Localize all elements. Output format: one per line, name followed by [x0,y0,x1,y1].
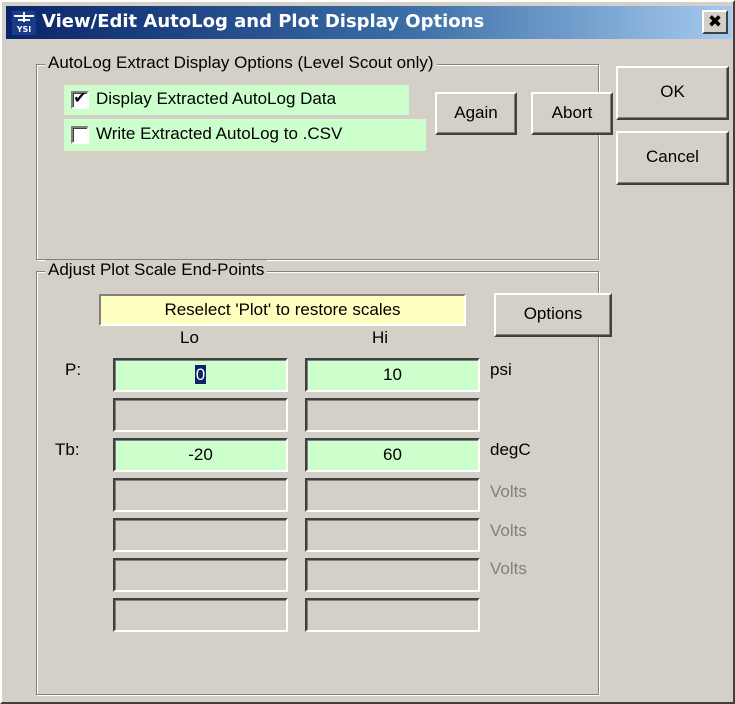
row4-unit: Volts [490,482,527,501]
tb-hi-input[interactable]: 60 [305,438,480,472]
close-button[interactable]: ✖ [702,10,728,34]
display-extracted-row[interactable]: ✔ Display Extracted AutoLog Data [64,85,409,115]
p-unit: psi [490,360,512,379]
hi-column-header: Hi [372,328,389,347]
display-extracted-checkbox[interactable]: ✔ [71,90,89,109]
dialog-window: YSI View/Edit AutoLog and Plot Display O… [0,0,735,704]
checkmark-icon: ✔ [73,90,87,107]
row5-lo-input[interactable] [113,518,288,552]
plot-group-label: Adjust Plot Scale End-Points [45,260,268,280]
row5-hi-input[interactable] [305,518,480,552]
options-button[interactable]: Options [494,293,612,337]
write-csv-row[interactable]: Write Extracted AutoLog to .CSV [64,119,426,151]
close-icon: ✖ [707,12,723,32]
autolog-options-group: AutoLog Extract Display Options (Level S… [36,53,613,260]
again-button[interactable]: Again [435,92,517,135]
row6-lo-input[interactable] [113,558,288,592]
lo-column-header: Lo [180,328,199,347]
row2-lo-input[interactable] [113,398,288,432]
write-csv-label: Write Extracted AutoLog to .CSV [96,124,343,143]
tb-lo-input[interactable]: -20 [113,438,288,472]
row7-hi-input[interactable] [305,598,480,632]
plot-scale-group: Adjust Plot Scale End-Points Reselect 'P… [36,260,612,695]
row6-unit: Volts [490,559,527,578]
row5-unit: Volts [490,521,527,540]
row2-hi-input[interactable] [305,398,480,432]
ysi-app-icon: YSI [12,11,36,35]
tb-unit: degC [490,440,531,459]
write-csv-checkbox[interactable] [71,126,89,144]
restore-scales-notice: Reselect 'Plot' to restore scales [99,294,466,326]
p-hi-input[interactable]: 10 [305,358,480,392]
window-title: View/Edit AutoLog and Plot Display Optio… [42,11,485,32]
p-lo-input[interactable]: 0 [113,358,288,392]
abort-button[interactable]: Abort [531,92,613,135]
row7-lo-input[interactable] [113,598,288,632]
cancel-button[interactable]: Cancel [616,131,729,185]
display-extracted-label: Display Extracted AutoLog Data [96,89,337,108]
row4-hi-input[interactable] [305,478,480,512]
title-bar[interactable]: YSI View/Edit AutoLog and Plot Display O… [6,6,732,39]
autolog-group-label: AutoLog Extract Display Options (Level S… [45,53,437,73]
svg-text:YSI: YSI [16,25,32,34]
row6-hi-input[interactable] [305,558,480,592]
tb-label: Tb: [55,440,80,459]
p-lo-value: 0 [194,365,207,384]
ok-button[interactable]: OK [616,66,729,120]
p-label: P: [65,360,82,379]
row4-lo-input[interactable] [113,478,288,512]
